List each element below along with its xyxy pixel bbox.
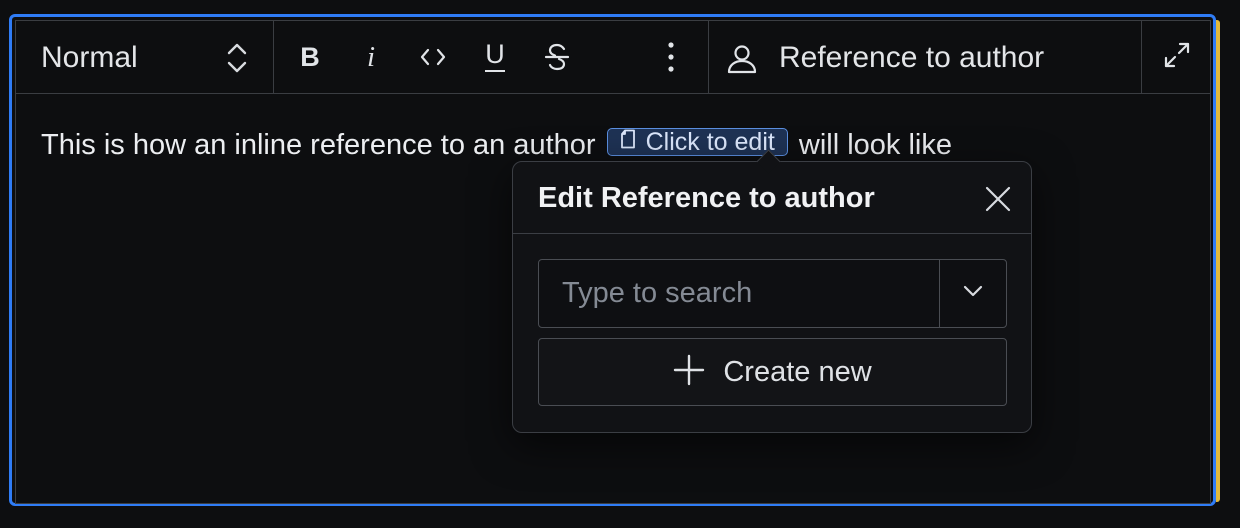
plus-icon	[673, 354, 705, 391]
more-options-button[interactable]	[649, 35, 693, 79]
create-new-label: Create new	[723, 355, 872, 388]
bold-icon: B	[300, 41, 320, 72]
fullscreen-button[interactable]	[1142, 21, 1212, 93]
search-dropdown-button[interactable]	[940, 260, 1006, 327]
text-style-select[interactable]: Normal	[16, 21, 273, 93]
author-search-input[interactable]	[539, 260, 939, 327]
paragraph-text: This is how an inline reference to an au…	[41, 129, 596, 161]
create-new-button[interactable]: Create new	[538, 338, 1007, 406]
expand-icon	[1163, 41, 1191, 74]
toolbar-divider	[273, 21, 274, 93]
code-icon	[420, 47, 446, 67]
editor-toolbar: Normal B i U Reference to author	[16, 21, 1210, 94]
paragraph-text: will look like	[798, 129, 952, 161]
more-vertical-icon	[666, 41, 676, 73]
edit-reference-popover: Edit Reference to author Create new	[512, 149, 1032, 433]
author-search-combobox	[538, 259, 1007, 328]
text-style-value: Normal	[41, 41, 138, 74]
popover-title: Edit Reference to author	[538, 182, 875, 214]
underline-button[interactable]: U	[473, 35, 517, 79]
change-indicator	[1216, 20, 1220, 502]
underline-icon: U	[485, 41, 505, 72]
strikethrough-button[interactable]	[535, 35, 579, 79]
chevron-up-down-icon	[222, 41, 252, 75]
person-icon	[726, 43, 758, 75]
editor-content[interactable]: This is how an inline reference to an au…	[41, 127, 952, 163]
reference-button-label: Reference to author	[779, 41, 1045, 74]
inline-reference-label: Click to edit	[645, 128, 775, 156]
document-icon	[620, 128, 636, 154]
inline-author-reference[interactable]: Click to edit	[606, 128, 788, 156]
code-button[interactable]	[411, 35, 455, 79]
popover-divider	[513, 233, 1031, 234]
italic-icon: i	[366, 40, 376, 73]
strikethrough-icon	[544, 42, 570, 72]
close-icon[interactable]	[983, 184, 1013, 214]
italic-button[interactable]: i	[349, 35, 393, 79]
chevron-down-icon	[962, 284, 984, 303]
bold-button[interactable]: B	[288, 35, 332, 79]
insert-author-reference-button[interactable]: Reference to author	[709, 21, 1141, 93]
